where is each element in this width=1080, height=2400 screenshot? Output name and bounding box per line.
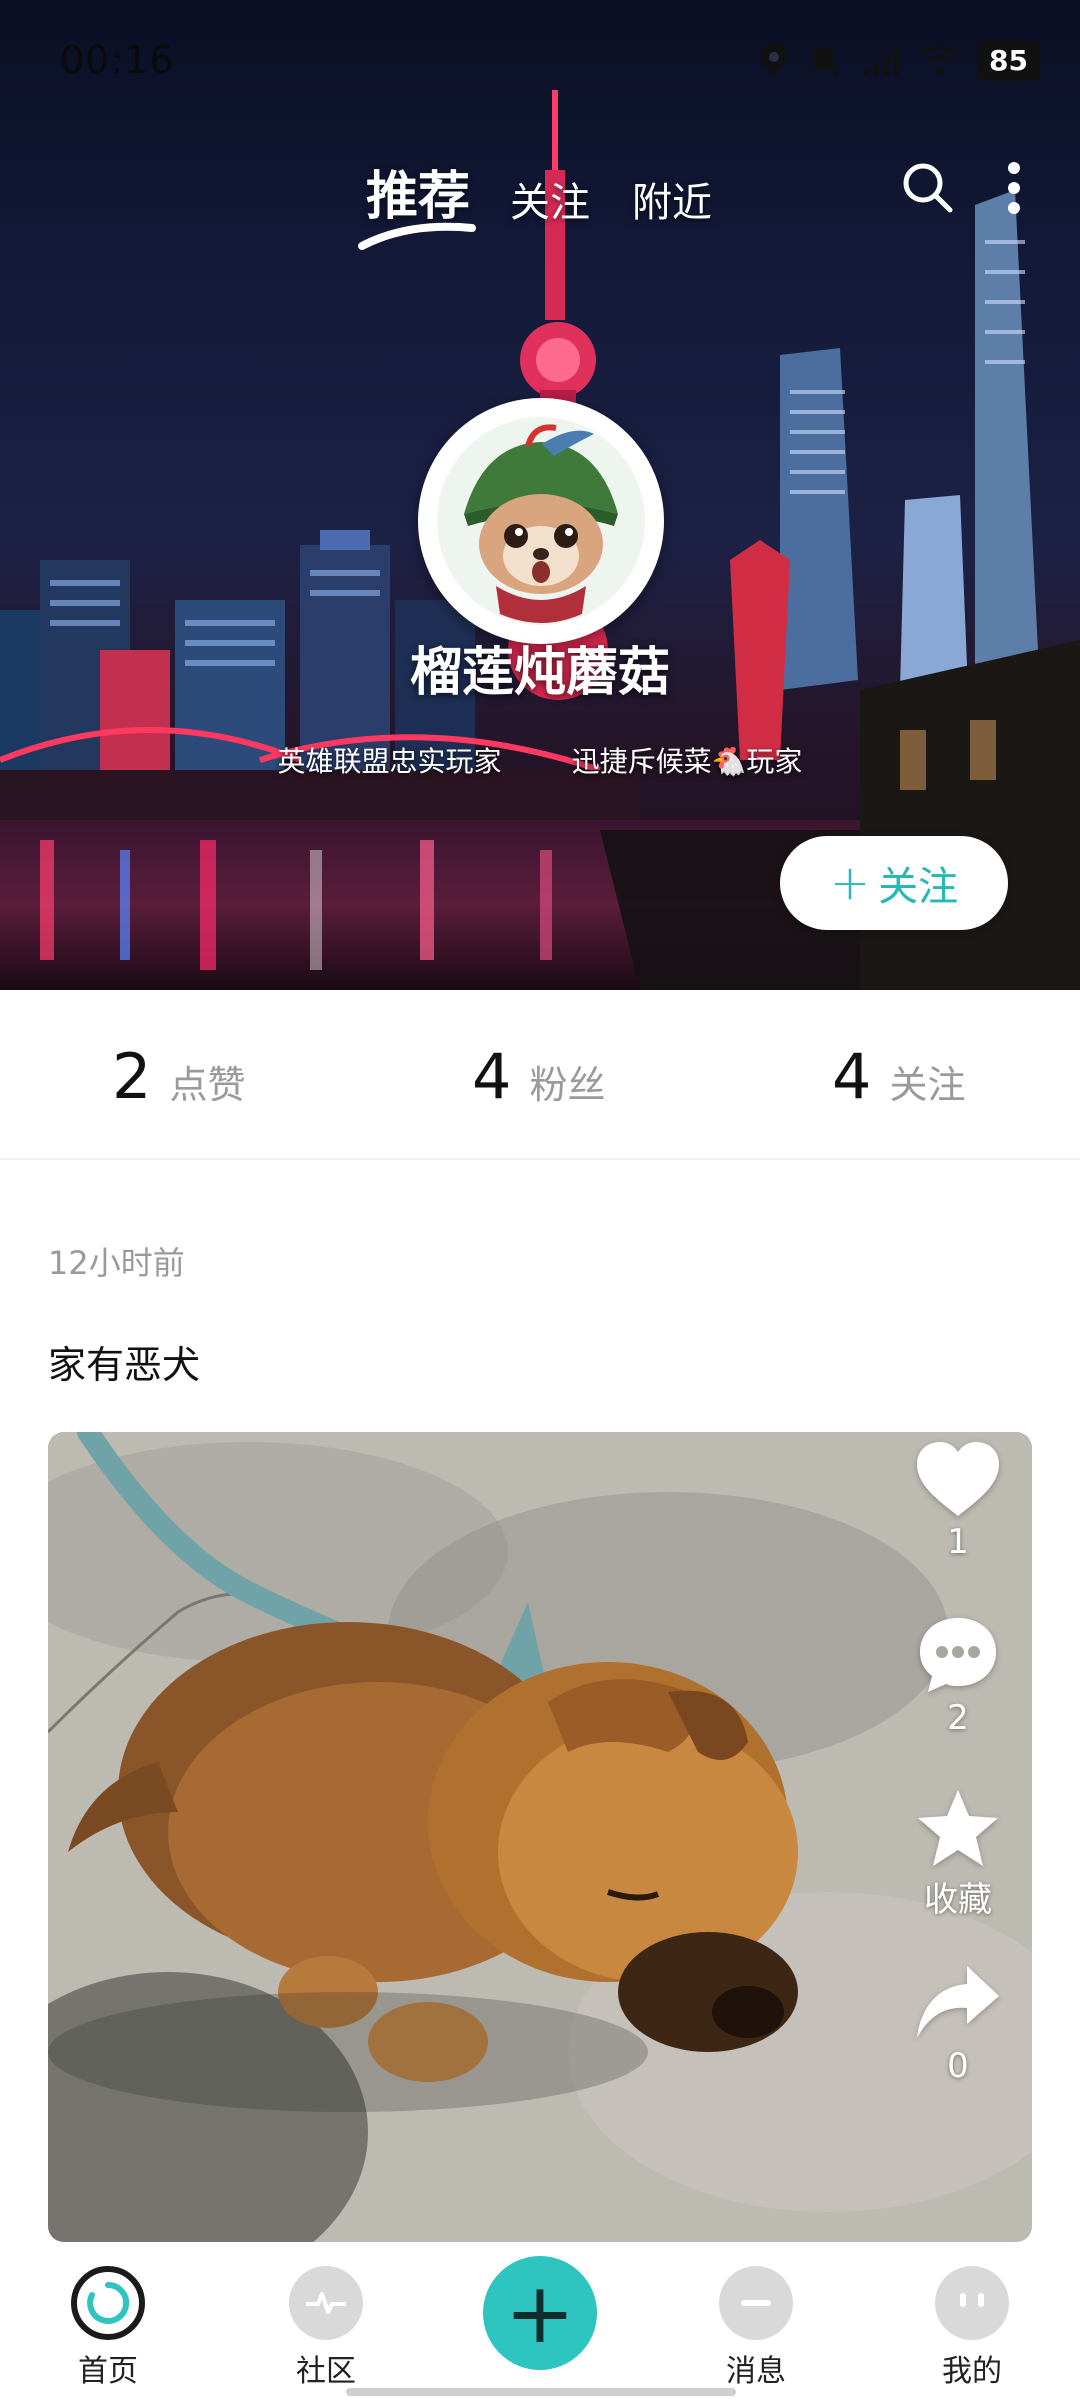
stat-fans-label: 粉丝 — [529, 1063, 606, 1107]
profile-stats: 2 点赞 4 粉丝 4 关注 — [0, 990, 1080, 1160]
bottom-nav: 首页 社区 + 消息 我的 — [0, 2242, 1080, 2400]
face-eyes-icon — [960, 2293, 984, 2307]
profile-tag: 迅捷斥候菜🐔玩家 — [571, 745, 803, 778]
community-icon — [289, 2266, 363, 2340]
collect-label: 收藏 — [924, 1880, 992, 1920]
comment-icon — [920, 1618, 996, 1692]
nav-community-label: 社区 — [296, 2354, 356, 2389]
nav-messages-label: 消息 — [726, 2354, 786, 2389]
status-bar: 00:16 85 — [60, 30, 1040, 90]
puppy-photo — [48, 1432, 1032, 2242]
profile-tag: 英雄联盟忠实玩家 — [277, 745, 502, 778]
plus-icon: + — [504, 2264, 576, 2362]
collect-action[interactable]: 收藏 — [898, 1788, 1018, 1921]
post-caption[interactable]: 家有恶犬 — [48, 1334, 200, 1389]
more-icon[interactable] — [1004, 160, 1024, 216]
location-icon — [761, 44, 788, 76]
like-count: 1 — [947, 1522, 969, 1562]
create-post-button[interactable]: + — [483, 2256, 597, 2370]
stat-following-label: 关注 — [889, 1063, 966, 1107]
plus-icon: + — [829, 855, 871, 911]
status-time: 00:16 — [60, 38, 175, 82]
stat-fans[interactable]: 4 粉丝 — [472, 1040, 605, 1113]
post-image[interactable] — [48, 1432, 1032, 2242]
stat-following-value: 4 — [832, 1040, 872, 1113]
wifi-icon — [919, 46, 959, 74]
profile-face-icon — [935, 2266, 1009, 2340]
share-arrow-icon — [917, 1966, 999, 2038]
message-icon — [719, 2266, 793, 2340]
stat-likes-value: 2 — [112, 1040, 152, 1113]
signal-icon — [863, 48, 900, 76]
profile-username: 榴莲炖蘑菇 — [409, 643, 670, 703]
comment-action[interactable]: 2 — [898, 1614, 1018, 1738]
mute-bell-icon — [809, 45, 839, 77]
heart-icon — [917, 1442, 999, 1516]
profile-tags: 英雄联盟忠实玩家 迅捷斥候菜🐔玩家 — [0, 740, 1080, 780]
follow-button-label: 关注 — [878, 864, 959, 910]
share-count: 0 — [947, 2046, 969, 2086]
stat-likes-label: 点赞 — [169, 1063, 246, 1107]
search-icon[interactable] — [900, 160, 956, 216]
home-icon — [71, 2266, 145, 2340]
stat-fans-value: 4 — [472, 1040, 512, 1113]
like-action[interactable]: 1 — [898, 1440, 1018, 1562]
share-action[interactable]: 0 — [898, 1962, 1018, 2086]
nav-community[interactable]: 社区 — [256, 2266, 396, 2390]
nav-mine-label: 我的 — [942, 2354, 1002, 2389]
battery-indicator: 85 — [977, 39, 1040, 81]
tab-active-underline — [358, 222, 476, 250]
nav-mine[interactable]: 我的 — [902, 2266, 1042, 2390]
stat-likes[interactable]: 2 点赞 — [112, 1040, 245, 1113]
teemo-avatar-image — [424, 404, 658, 638]
nav-home[interactable]: 首页 — [38, 2266, 178, 2390]
post-timestamp: 12小时前 — [48, 1244, 185, 1282]
profile-header: 00:16 85 推荐 关注 附近 榴莲炖蘑菇 英雄联盟忠实玩家 迅捷斥候菜🐔玩… — [0, 0, 1080, 990]
nav-home-label: 首页 — [78, 2354, 138, 2389]
pulse-icon — [306, 2292, 346, 2314]
home-swirl-icon — [87, 2281, 130, 2324]
comment-count: 2 — [947, 1698, 969, 1738]
tab-following[interactable]: 关注 — [510, 170, 590, 228]
nav-messages[interactable]: 消息 — [686, 2266, 826, 2390]
home-indicator[interactable] — [346, 2388, 736, 2396]
minus-icon — [741, 2300, 771, 2306]
tab-nearby[interactable]: 附近 — [632, 170, 712, 228]
stat-following[interactable]: 4 关注 — [832, 1040, 965, 1113]
follow-button[interactable]: + 关注 — [780, 836, 1008, 930]
avatar[interactable] — [418, 398, 664, 644]
star-icon — [918, 1790, 998, 1866]
